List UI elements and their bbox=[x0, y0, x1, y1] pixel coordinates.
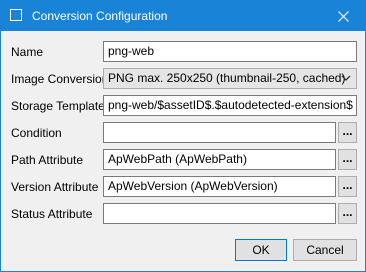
image-conversion-select[interactable]: PNG max. 250x250 (thumbnail-250, cached) bbox=[103, 68, 357, 89]
name-label: Name bbox=[11, 45, 44, 59]
conversion-configuration-dialog: Conversion Configuration Name png-web Im… bbox=[0, 0, 366, 272]
path-attribute-browse-button[interactable]: ... bbox=[338, 149, 357, 170]
name-input[interactable]: png-web bbox=[103, 41, 357, 62]
chevron-down-icon bbox=[341, 75, 351, 81]
storage-template-input[interactable]: png-web/$assetID$.$autodetected-extensio… bbox=[103, 95, 357, 116]
title-bar: Conversion Configuration bbox=[1, 1, 365, 31]
condition-label: Condition bbox=[11, 126, 62, 140]
version-attribute-input[interactable]: ApWebVersion (ApWebVersion) bbox=[103, 176, 336, 197]
window-icon bbox=[10, 9, 22, 21]
path-attribute-label: Path Attribute bbox=[11, 153, 84, 167]
version-attribute-browse-button[interactable]: ... bbox=[338, 176, 357, 197]
image-conversion-label: Image Conversion bbox=[11, 72, 109, 86]
storage-template-label: Storage Template bbox=[11, 99, 105, 113]
condition-browse-button[interactable]: ... bbox=[338, 122, 357, 143]
window-title: Conversion Configuration bbox=[32, 9, 168, 23]
status-attribute-input[interactable] bbox=[103, 203, 336, 224]
condition-input[interactable] bbox=[103, 122, 336, 143]
status-attribute-label: Status Attribute bbox=[11, 207, 93, 221]
version-attribute-label: Version Attribute bbox=[11, 180, 99, 194]
close-icon bbox=[337, 10, 349, 22]
image-conversion-value: PNG max. 250x250 (thumbnail-250, cached) bbox=[108, 71, 346, 85]
path-attribute-input[interactable]: ApWebPath (ApWebPath) bbox=[103, 149, 336, 170]
cancel-button[interactable]: Cancel bbox=[293, 239, 357, 261]
ok-button[interactable]: OK bbox=[235, 239, 287, 261]
status-attribute-browse-button[interactable]: ... bbox=[338, 203, 357, 224]
close-button[interactable] bbox=[321, 1, 365, 31]
